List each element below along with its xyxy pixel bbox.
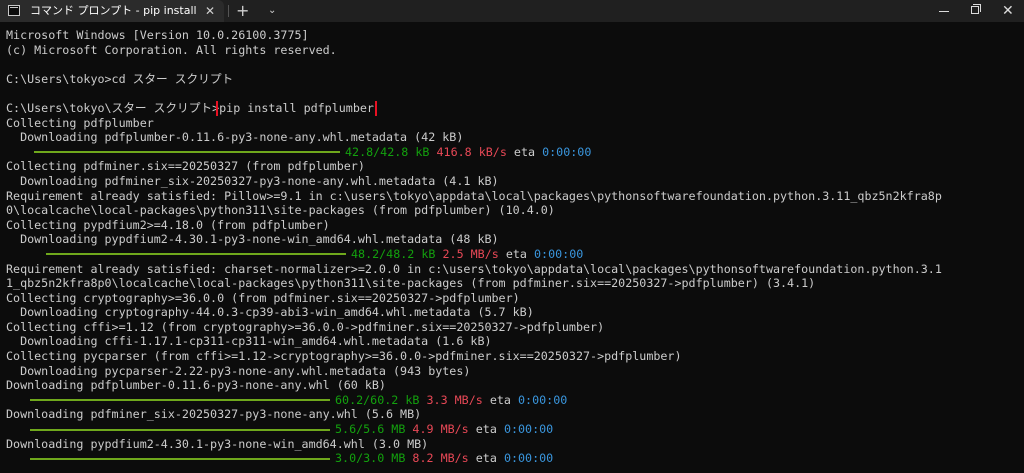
output-line: Requirement already satisfied: Pillow>=9… [6, 188, 942, 203]
progress-line: 3.0/3.0 MB 8.2 MB/s eta 0:00:00 [6, 451, 1022, 466]
output-line: 1_qbz5n2kfra8p0\localcache\local-package… [6, 276, 816, 291]
progress-line: 42.8/42.8 kB 416.8 kB/s eta 0:00:00 [6, 145, 1022, 160]
output-line: C:\Users\tokyo>cd スター スクリプト [6, 71, 234, 86]
eta-value: 0:00:00 [503, 451, 554, 466]
output-line: Downloading cryptography-44.0.3-cp39-abi… [6, 305, 534, 320]
tab-title: コマンド プロンプト - pip install pdfplumber [30, 4, 198, 17]
progress-size: 5.6/5.6 MB [335, 422, 406, 437]
close-window-button[interactable]: ✕ [988, 0, 1024, 22]
eta-value: 0:00:00 [518, 392, 568, 407]
output-line: Downloading pypdfium2-4.30.1-py3-none-wi… [6, 232, 499, 247]
eta-label: eta [475, 451, 497, 466]
progress-line: 5.6/5.6 MB 4.9 MB/s eta 0:00:00 [6, 422, 1022, 437]
output-line: Collecting cffi>=1.12 (from cryptography… [6, 319, 605, 334]
progress-speed: 3.3 MB/s [426, 392, 483, 407]
output-line: (c) Microsoft Corporation. All rights re… [6, 42, 337, 57]
progress-size: 48.2/48.2 kB [351, 246, 436, 261]
output-line: Downloading pypdfium2-4.30.1-py3-none-wi… [6, 436, 429, 451]
output-line: Requirement already satisfied: charset-n… [6, 261, 942, 276]
progress-bar [30, 428, 330, 431]
tab-command-prompt[interactable]: コマンド プロンプト - pip install pdfplumber ✕ [0, 0, 224, 22]
chevron-down-icon[interactable]: ⌄ [268, 0, 276, 22]
command-highlight: pip install pdfplumber [216, 100, 377, 116]
eta-label: eta [505, 246, 527, 261]
progress-line: 48.2/48.2 kB 2.5 MB/s eta 0:00:00 [6, 247, 1022, 262]
eta-label: eta [489, 392, 511, 407]
output-line: 0\localcache\local-packages\python311\si… [6, 203, 555, 218]
tab-close-icon[interactable]: ✕ [205, 0, 215, 22]
output-line: Collecting pdfminer.six==20250327 (from … [6, 159, 365, 174]
output-line: Collecting pycparser (from cffi>=1.12->c… [6, 349, 682, 364]
eta-label: eta [475, 422, 497, 437]
eta-label: eta [513, 144, 536, 159]
progress-bar [46, 253, 346, 256]
progress-speed: 2.5 MB/s [442, 246, 499, 261]
output-line: Collecting pypdfium2>=4.18.0 (from pdfpl… [6, 217, 330, 232]
progress-line: 60.2/60.2 kB 3.3 MB/s eta 0:00:00 [6, 393, 1022, 408]
output-line: Downloading pdfminer_six-20250327-py3-no… [6, 173, 499, 188]
output-line: Downloading pdfplumber-0.11.6-py3-none-a… [6, 378, 386, 393]
output-line: Downloading pycparser-2.22-py3-none-any.… [6, 363, 471, 378]
eta-value: 0:00:00 [534, 246, 584, 261]
progress-speed: 416.8 kB/s [436, 144, 507, 159]
eta-value: 0:00:00 [503, 422, 554, 437]
new-tab-button[interactable]: + [236, 0, 249, 22]
progress-size: 3.0/3.0 MB [335, 451, 406, 466]
terminal-icon [8, 5, 20, 16]
output-line: Downloading pdfminer_six-20250327-py3-no… [6, 407, 422, 422]
progress-bar [30, 457, 330, 460]
progress-bar [30, 399, 330, 402]
progress-speed: 4.9 MB/s [412, 422, 469, 437]
output-line: Downloading pdfplumber-0.11.6-py3-none-a… [6, 130, 464, 145]
output-line: Collecting cryptography>=36.0.0 (from pd… [6, 290, 520, 305]
output-line: Downloading cffi-1.17.1-cp311-cp311-win_… [6, 334, 492, 349]
output-line: Microsoft Windows [Version 10.0.26100.37… [6, 28, 309, 42]
tab-separator [228, 5, 229, 17]
progress-size: 42.8/42.8 kB [345, 144, 430, 159]
progress-bar [34, 151, 340, 154]
progress-size: 60.2/60.2 kB [335, 392, 420, 407]
output-line: Collecting pdfplumber [6, 115, 154, 130]
progress-speed: 8.2 MB/s [412, 451, 469, 466]
terminal-output[interactable]: Microsoft Windows [Version 10.0.26100.37… [6, 28, 1022, 466]
eta-value: 0:00:00 [542, 144, 592, 159]
prompt: C:\Users\tokyo\スター スクリプト> [6, 100, 220, 115]
tab-bar: コマンド プロンプト - pip install pdfplumber ✕ + … [0, 0, 1024, 22]
command-line: C:\Users\tokyo\スター スクリプト>pip install pdf… [6, 100, 1022, 116]
